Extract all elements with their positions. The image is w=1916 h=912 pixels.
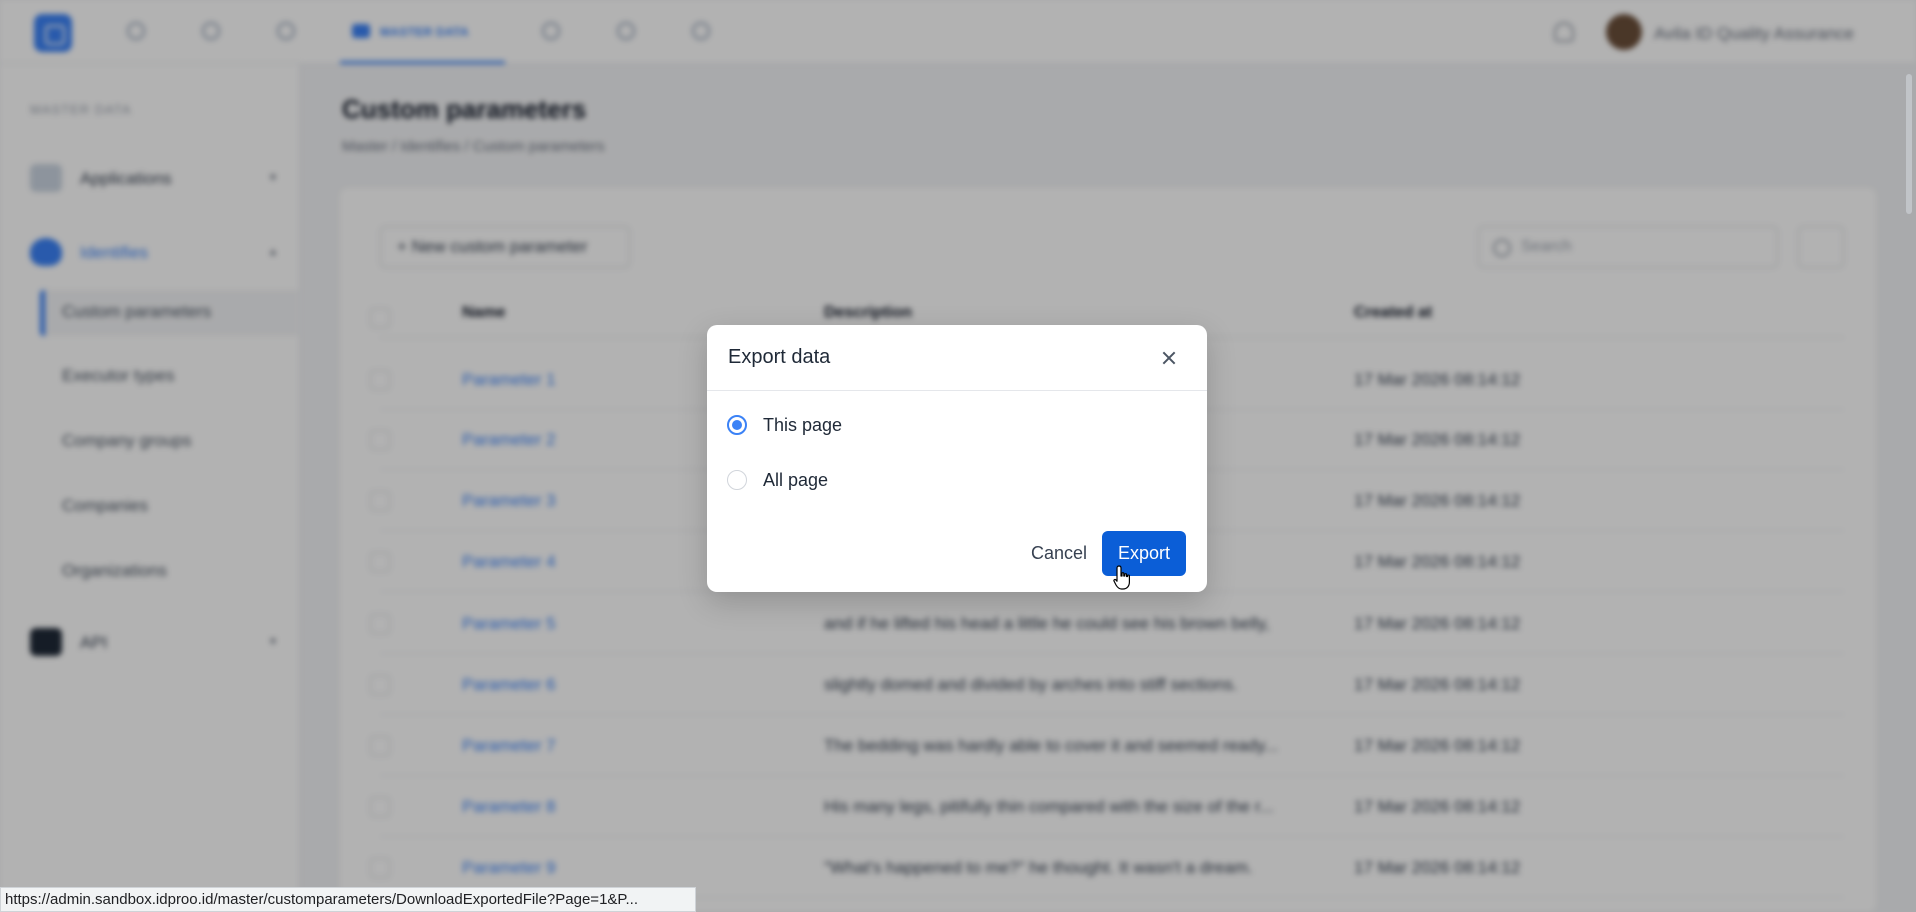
cancel-button[interactable]: Cancel: [1009, 531, 1109, 575]
dialog-header: Export data: [707, 325, 1207, 391]
dialog-title: Export data: [728, 346, 831, 368]
close-icon[interactable]: [1155, 344, 1183, 372]
export-data-dialog: Export data This page All page Cancel Ex…: [707, 325, 1207, 592]
link-status-url: https://admin.sandbox.idproo.id/master/c…: [0, 887, 696, 912]
hand-pointer-cursor-icon: [1113, 565, 1130, 590]
radio-this-page[interactable]: This page: [727, 410, 1027, 440]
radio-unchecked-icon[interactable]: [727, 470, 747, 490]
radio-label[interactable]: All page: [763, 470, 828, 491]
radio-all-page[interactable]: All page: [727, 465, 1027, 495]
radio-checked-icon[interactable]: [727, 415, 747, 435]
radio-label[interactable]: This page: [763, 415, 842, 436]
page-scrollbar[interactable]: [1904, 64, 1914, 764]
